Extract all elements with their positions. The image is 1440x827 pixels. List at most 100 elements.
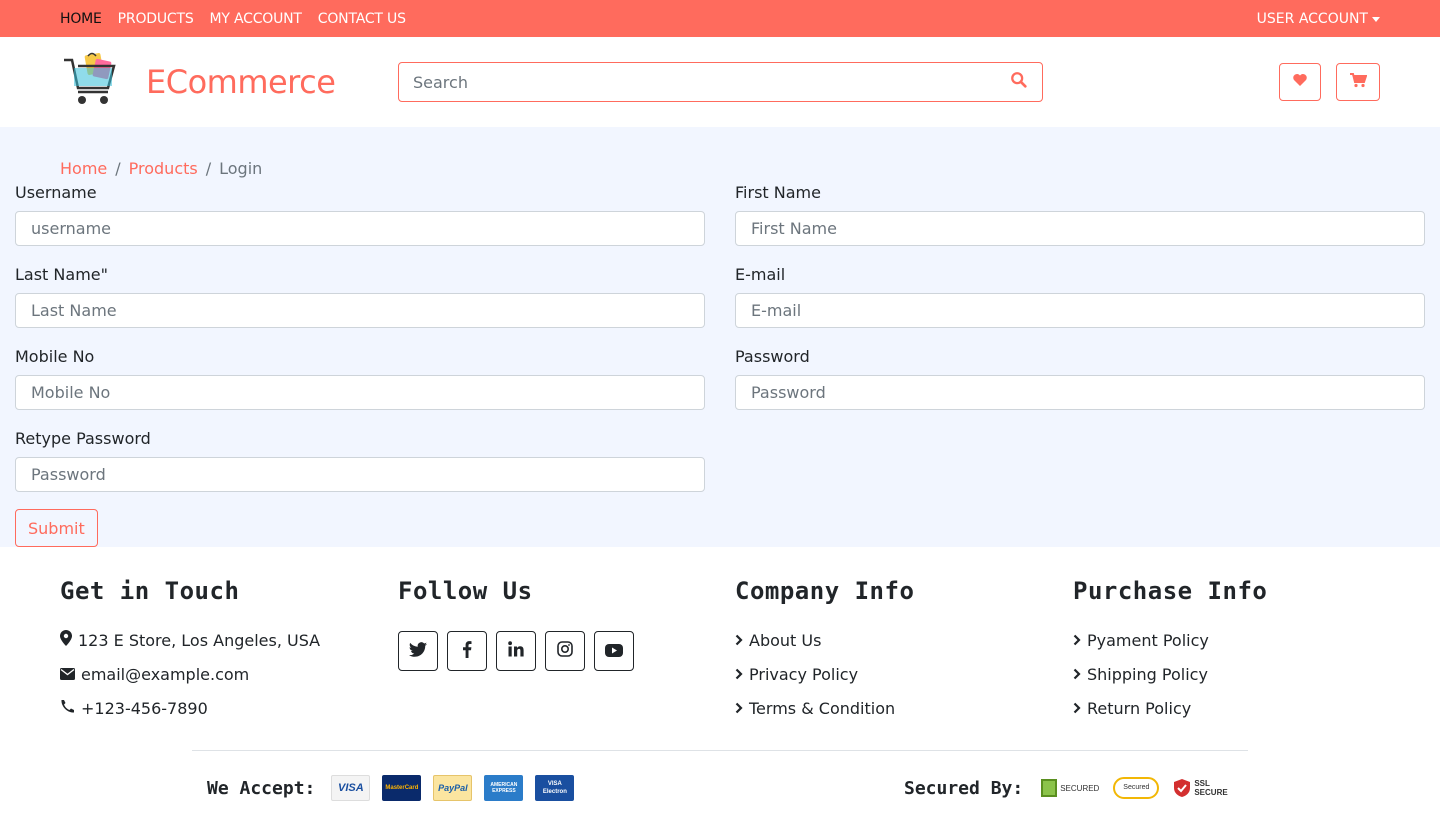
security-seals: Secured By: SECURED Secured SSL SECURE xyxy=(904,775,1228,801)
nav-my-account[interactable]: MY ACCOUNT xyxy=(210,11,302,27)
visa-electron-icon: VISA Electron xyxy=(535,775,575,801)
privacy-policy-link[interactable]: Privacy Policy xyxy=(735,657,914,691)
paypal-verified-seal-icon: Secured xyxy=(1113,775,1160,801)
phone-text: +123-456-7890 xyxy=(81,698,208,718)
login-section: Home / Products / Login Username First N… xyxy=(0,127,1440,547)
paypal-icon: PayPal xyxy=(433,775,473,801)
retype-password-label: Retype Password xyxy=(15,429,151,448)
search-input[interactable] xyxy=(413,72,1010,92)
return-policy-text: Return Policy xyxy=(1087,698,1192,718)
shipping-policy-text: Shipping Policy xyxy=(1087,664,1208,684)
we-accept-label: We Accept: xyxy=(207,777,316,799)
submit-button[interactable]: Submit xyxy=(15,509,98,547)
get-in-touch-heading: Get in Touch xyxy=(60,577,240,605)
last-name-group: Last Name" xyxy=(15,265,705,328)
facebook-icon xyxy=(462,640,472,662)
phone-icon xyxy=(60,699,75,718)
shipping-policy-link[interactable]: Shipping Policy xyxy=(1073,657,1267,691)
follow-us-column: Follow Us xyxy=(398,577,634,671)
logo[interactable]: ECommerce xyxy=(60,50,398,114)
password-input[interactable] xyxy=(735,375,1425,410)
secured-seal-icon: SECURED xyxy=(1041,775,1099,801)
phone-item: +123-456-7890 xyxy=(60,691,320,725)
about-us-link[interactable]: About Us xyxy=(735,623,914,657)
email-input[interactable] xyxy=(735,293,1425,328)
site-header: ECommerce xyxy=(0,37,1440,127)
follow-us-heading: Follow Us xyxy=(398,577,533,605)
user-account-dropdown[interactable]: USER ACCOUNT xyxy=(1257,11,1380,27)
company-info-heading: Company Info xyxy=(735,577,915,605)
wishlist-button[interactable] xyxy=(1279,63,1321,101)
first-name-label: First Name xyxy=(735,183,821,202)
email-text: email@example.com xyxy=(81,664,250,684)
terms-condition-text: Terms & Condition xyxy=(749,698,896,718)
username-input[interactable] xyxy=(15,211,705,246)
linkedin-button[interactable] xyxy=(496,631,536,671)
paypal-verified-seal-text: Secured xyxy=(1113,777,1160,799)
about-us-text: About Us xyxy=(749,630,822,650)
purchase-info-heading: Purchase Info xyxy=(1073,577,1268,605)
secured-by-label: Secured By: xyxy=(904,777,1024,799)
mobile-input[interactable] xyxy=(15,375,705,410)
payment-methods: We Accept: VISA MasterCard PayPal AMERIC… xyxy=(207,775,575,801)
map-marker-icon xyxy=(60,630,72,650)
heart-icon xyxy=(1292,72,1308,92)
nav-contact-us[interactable]: CONTACT US xyxy=(318,11,406,27)
return-policy-link[interactable]: Return Policy xyxy=(1073,691,1267,725)
retype-password-input[interactable] xyxy=(15,457,705,492)
purchase-info-column: Purchase Info Pyament Policy Shipping Po… xyxy=(1073,577,1267,725)
youtube-button[interactable] xyxy=(594,631,634,671)
secured-seal-text: SECURED xyxy=(1060,783,1100,793)
cart-icon xyxy=(1349,72,1368,92)
email-item: email@example.com xyxy=(60,657,320,691)
cart-button[interactable] xyxy=(1336,63,1380,101)
nav-home[interactable]: HOME xyxy=(60,11,102,27)
facebook-button[interactable] xyxy=(447,631,487,671)
terms-condition-link[interactable]: Terms & Condition xyxy=(735,691,914,725)
get-in-touch-column: Get in Touch 123 E Store, Los Angeles, U… xyxy=(60,577,320,725)
chevron-right-icon xyxy=(1073,631,1081,650)
ssl-secure-seal-icon: SSL SECURE xyxy=(1173,775,1228,801)
breadcrumb-products[interactable]: Products xyxy=(129,159,198,178)
last-name-input[interactable] xyxy=(15,293,705,328)
mobile-group: Mobile No xyxy=(15,347,705,410)
chevron-right-icon xyxy=(1073,699,1081,718)
logo-text: ECommerce xyxy=(146,63,336,101)
instagram-icon xyxy=(557,641,573,661)
linkedin-icon xyxy=(508,641,524,661)
address-item: 123 E Store, Los Angeles, USA xyxy=(60,623,320,657)
mastercard-icon: MasterCard xyxy=(382,775,422,801)
breadcrumb: Home / Products / Login xyxy=(60,159,262,178)
last-name-label: Last Name" xyxy=(15,265,108,284)
chevron-right-icon xyxy=(735,699,743,718)
twitter-button[interactable] xyxy=(398,631,438,671)
search-icon[interactable] xyxy=(1010,71,1028,93)
breadcrumb-separator: / xyxy=(205,159,212,178)
chevron-right-icon xyxy=(1073,665,1081,684)
search-box xyxy=(398,62,1043,102)
footer-divider xyxy=(192,750,1248,751)
password-label: Password xyxy=(735,347,810,366)
site-footer: Get in Touch 123 E Store, Los Angeles, U… xyxy=(0,547,1440,827)
caret-down-icon xyxy=(1372,16,1380,22)
company-info-column: Company Info About Us Privacy Policy Ter… xyxy=(735,577,914,725)
nav-products[interactable]: PRODUCTS xyxy=(118,11,194,27)
breadcrumb-current: Login xyxy=(219,159,263,178)
visa-card-icon: VISA xyxy=(331,775,371,801)
payment-policy-text: Pyament Policy xyxy=(1087,630,1209,650)
top-nav-links: HOME PRODUCTS MY ACCOUNT CONTACT US xyxy=(60,11,406,27)
payment-policy-link[interactable]: Pyament Policy xyxy=(1073,623,1267,657)
user-account-label: USER ACCOUNT xyxy=(1256,10,1368,27)
ssl-secure-seal-text: SSL SECURE xyxy=(1194,779,1228,797)
amex-icon: AMERICAN EXPRESS xyxy=(484,775,524,801)
twitter-icon xyxy=(409,641,427,661)
envelope-icon xyxy=(60,665,75,684)
privacy-policy-text: Privacy Policy xyxy=(749,664,859,684)
password-group: Password xyxy=(735,347,1425,410)
chevron-right-icon xyxy=(735,631,743,650)
first-name-input[interactable] xyxy=(735,211,1425,246)
email-label: E-mail xyxy=(735,265,786,284)
email-group: E-mail xyxy=(735,265,1425,328)
instagram-button[interactable] xyxy=(545,631,585,671)
breadcrumb-home[interactable]: Home xyxy=(60,159,107,178)
